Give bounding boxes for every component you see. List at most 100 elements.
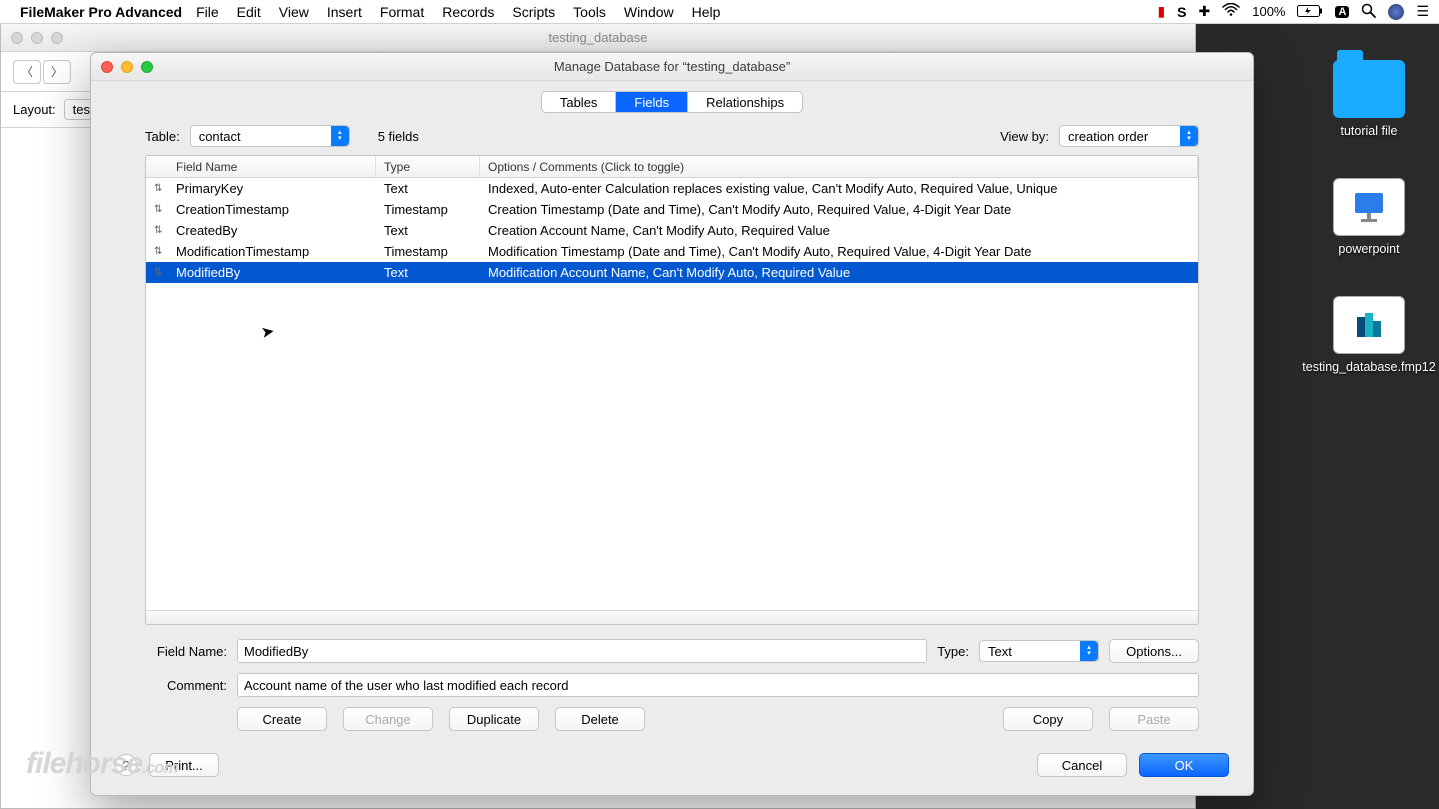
- menu-extras-icon[interactable]: ☰: [1416, 3, 1429, 20]
- tab-fields[interactable]: Fields: [616, 92, 688, 112]
- menubar: FileMaker Pro Advanced File Edit View In…: [0, 0, 1439, 24]
- menu-view[interactable]: View: [279, 4, 309, 20]
- drag-handle-icon[interactable]: ⇅: [146, 246, 168, 257]
- menu-records[interactable]: Records: [442, 4, 494, 20]
- row-fieldname: CreatedBy: [168, 223, 376, 238]
- desktop-item-label: tutorial file: [1341, 124, 1398, 138]
- menu-insert[interactable]: Insert: [327, 4, 362, 20]
- keyboard-icon[interactable]: A: [1335, 6, 1349, 18]
- drag-handle-icon[interactable]: ⇅: [146, 183, 168, 194]
- col-fieldname[interactable]: Field Name: [168, 156, 376, 177]
- options-button[interactable]: Options...: [1109, 639, 1199, 663]
- table-header: Field Name Type Options / Comments (Clic…: [146, 156, 1198, 178]
- dialog-title: Manage Database for “testing_database”: [554, 59, 790, 74]
- row-type: Timestamp: [376, 202, 480, 217]
- row-options: Modification Timestamp (Date and Time), …: [480, 244, 1198, 259]
- table-select-value: contact: [199, 129, 241, 144]
- desktop-file-powerpoint[interactable]: powerpoint: [1309, 178, 1429, 256]
- viewby-select[interactable]: creation order: [1059, 125, 1199, 147]
- table-row[interactable]: ⇅CreationTimestampTimestampCreation Time…: [146, 199, 1198, 220]
- help-button[interactable]: ?: [115, 754, 137, 776]
- fieldname-label: Field Name:: [145, 644, 227, 659]
- row-fieldname: ModificationTimestamp: [168, 244, 376, 259]
- plus-icon[interactable]: ✚: [1199, 3, 1211, 20]
- folder-icon: [1333, 60, 1405, 118]
- battery-icon[interactable]: [1297, 4, 1323, 20]
- dialog-titlebar: Manage Database for “testing_database”: [91, 53, 1253, 81]
- table-row[interactable]: ⇅ModifiedByTextModification Account Name…: [146, 262, 1198, 283]
- comment-input[interactable]: Account name of the user who last modifi…: [237, 673, 1199, 697]
- paste-button[interactable]: Paste: [1109, 707, 1199, 731]
- desktop-icons: tutorial file powerpoint testing_databas…: [1309, 60, 1429, 374]
- desktop-folder-tutorial[interactable]: tutorial file: [1309, 60, 1429, 138]
- dialog-traffic[interactable]: [101, 61, 153, 73]
- layout-label: Layout:: [13, 102, 56, 117]
- field-count: 5 fields: [378, 129, 419, 144]
- menu-format[interactable]: Format: [380, 4, 424, 20]
- tab-relationships[interactable]: Relationships: [688, 92, 802, 112]
- horizontal-scrollbar[interactable]: [146, 610, 1198, 624]
- table-select[interactable]: contact: [190, 125, 350, 147]
- manage-database-dialog: Manage Database for “testing_database” T…: [90, 52, 1254, 796]
- fieldname-input[interactable]: ModifiedBy: [237, 639, 927, 663]
- row-options: Creation Account Name, Can't Modify Auto…: [480, 223, 1198, 238]
- row-type: Timestamp: [376, 244, 480, 259]
- menu-window[interactable]: Window: [624, 4, 674, 20]
- change-button[interactable]: Change: [343, 707, 433, 731]
- comment-label: Comment:: [145, 678, 227, 693]
- chevron-updown-icon: [1080, 641, 1098, 661]
- wifi-icon[interactable]: [1222, 3, 1240, 20]
- menu-help[interactable]: Help: [692, 4, 721, 20]
- type-select[interactable]: Text: [979, 640, 1099, 662]
- row-type: Text: [376, 223, 480, 238]
- row-fieldname: PrimaryKey: [168, 181, 376, 196]
- create-button[interactable]: Create: [237, 707, 327, 731]
- cancel-button[interactable]: Cancel: [1037, 753, 1127, 777]
- print-button[interactable]: Print...: [149, 753, 219, 777]
- desktop-file-testingdb[interactable]: testing_database.fmp12: [1309, 296, 1429, 374]
- duplicate-button[interactable]: Duplicate: [449, 707, 539, 731]
- fmp-file-icon: [1333, 296, 1405, 354]
- drag-handle-icon[interactable]: ⇅: [146, 267, 168, 278]
- app-name[interactable]: FileMaker Pro Advanced: [20, 4, 182, 20]
- fields-table-body[interactable]: ⇅PrimaryKeyTextIndexed, Auto-enter Calcu…: [146, 178, 1198, 610]
- chevron-updown-icon: [331, 126, 349, 146]
- menu-file[interactable]: File: [196, 4, 219, 20]
- viewby-select-value: creation order: [1068, 129, 1148, 144]
- col-options[interactable]: Options / Comments (Click to toggle): [480, 156, 1198, 177]
- fields-table: Field Name Type Options / Comments (Clic…: [145, 155, 1199, 625]
- table-row[interactable]: ⇅PrimaryKeyTextIndexed, Auto-enter Calcu…: [146, 178, 1198, 199]
- type-label: Type:: [937, 644, 969, 659]
- table-label: Table:: [145, 129, 180, 144]
- menu-tools[interactable]: Tools: [573, 4, 606, 20]
- drag-handle-icon[interactable]: ⇅: [146, 204, 168, 215]
- tab-tables[interactable]: Tables: [542, 92, 617, 112]
- s-icon[interactable]: S: [1177, 4, 1186, 20]
- table-row[interactable]: ⇅CreatedByTextCreation Account Name, Can…: [146, 220, 1198, 241]
- main-window-traffic[interactable]: [11, 32, 63, 44]
- row-type: Text: [376, 265, 480, 280]
- cursor-icon: ➤: [259, 321, 276, 343]
- spotlight-icon[interactable]: [1361, 3, 1376, 21]
- table-row[interactable]: ⇅ModificationTimestampTimestampModificat…: [146, 241, 1198, 262]
- siri-icon[interactable]: [1388, 4, 1404, 20]
- delete-button[interactable]: Delete: [555, 707, 645, 731]
- row-fieldname: CreationTimestamp: [168, 202, 376, 217]
- drag-handle-icon[interactable]: ⇅: [146, 225, 168, 236]
- main-window-titlebar: testing_database: [1, 24, 1195, 52]
- viewby-label: View by:: [1000, 129, 1049, 144]
- nav-forward-button[interactable]: 〉: [43, 60, 71, 84]
- row-type: Text: [376, 181, 480, 196]
- menu-scripts[interactable]: Scripts: [512, 4, 555, 20]
- nav-back-button[interactable]: 〈: [13, 60, 41, 84]
- copy-button[interactable]: Copy: [1003, 707, 1093, 731]
- dialog-tabs: Tables Fields Relationships: [541, 91, 803, 113]
- row-fieldname: ModifiedBy: [168, 265, 376, 280]
- col-type[interactable]: Type: [376, 156, 480, 177]
- row-options: Indexed, Auto-enter Calculation replaces…: [480, 181, 1198, 196]
- video-icon[interactable]: ▮: [1157, 3, 1165, 20]
- desktop-item-label: powerpoint: [1338, 242, 1399, 256]
- ok-button[interactable]: OK: [1139, 753, 1229, 777]
- row-options: Creation Timestamp (Date and Time), Can'…: [480, 202, 1198, 217]
- menu-edit[interactable]: Edit: [237, 4, 261, 20]
